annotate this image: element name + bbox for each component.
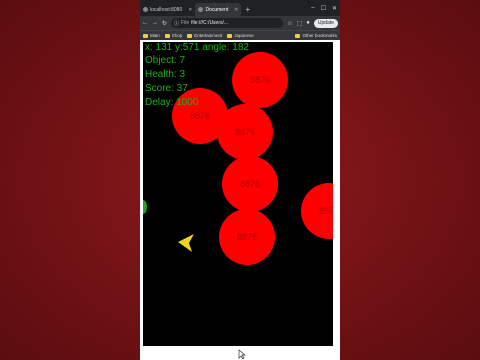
- tab-label: Document: [205, 6, 229, 13]
- player-ship-icon: [178, 234, 194, 252]
- hud-object: Object: 7: [145, 55, 186, 66]
- window-controls: – ☐ ✕: [311, 0, 340, 16]
- bookmarks-bar: Main Shop Entertainment Japanese Other b…: [140, 30, 340, 40]
- info-icon[interactable]: ⓘ: [174, 20, 179, 27]
- tab-document[interactable]: Document ✕: [195, 3, 242, 16]
- folder-icon: [143, 33, 148, 38]
- folder-icon: [164, 33, 170, 38]
- close-icon[interactable]: ✕: [188, 7, 192, 13]
- bookmark-other[interactable]: Other bookmarks: [295, 33, 337, 38]
- bookmark-japanese[interactable]: Japanese: [227, 33, 254, 38]
- tab-bar: localhost:8080 ✕ Document ✕ + – ☐ ✕: [140, 0, 340, 16]
- hud-delay: Delay: 1000: [145, 97, 199, 108]
- globe-icon: [143, 7, 148, 12]
- tab-localhost[interactable]: localhost:8080 ✕: [140, 3, 195, 16]
- file-icon: [198, 7, 204, 12]
- browser-window: localhost:8080 ✕ Document ✕ + – ☐ ✕ ← → …: [140, 0, 340, 360]
- mouse-cursor-icon: [238, 349, 246, 359]
- folder-icon: [187, 33, 193, 38]
- enemy-ball: 8876: [222, 156, 278, 212]
- bookmark-entertainment[interactable]: Entertainment: [187, 33, 222, 38]
- enemy-ball: 8876: [232, 52, 288, 108]
- hud-score: Score: 37: [145, 83, 188, 94]
- address-bar[interactable]: ⓘ File file:///C:/Users/...: [171, 18, 284, 28]
- tab-label: localhost:8080: [150, 6, 183, 13]
- bookmark-main[interactable]: Main: [143, 33, 160, 38]
- extensions-icon[interactable]: ⬚: [297, 20, 303, 27]
- folder-icon: [295, 33, 301, 38]
- enemy-ball: 8876: [301, 183, 333, 239]
- address-scheme: File: [181, 20, 190, 26]
- game-canvas[interactable]: 8876 8876 8876 8876 8876 8876 x: 131 y:5…: [143, 42, 333, 346]
- minimize-button[interactable]: –: [311, 5, 314, 11]
- enemy-ball: 8876: [219, 209, 275, 265]
- forward-icon[interactable]: →: [152, 20, 158, 26]
- new-tab-button[interactable]: +: [241, 3, 254, 16]
- back-icon[interactable]: ←: [142, 20, 148, 26]
- close-window-button[interactable]: ✕: [332, 5, 337, 12]
- hud-health: Health: 3: [145, 69, 186, 80]
- update-button[interactable]: Update: [313, 18, 338, 28]
- close-icon[interactable]: ✕: [234, 7, 238, 13]
- pickup-orb: [143, 200, 147, 214]
- star-icon[interactable]: ☆: [287, 20, 292, 27]
- navigation-toolbar: ← → ↻ ⓘ File file:///C:/Users/... ☆ ⬚ ● …: [140, 16, 340, 30]
- reload-icon[interactable]: ↻: [162, 20, 167, 27]
- hud-coordinates: x: 131 y:571 angle: 182: [145, 42, 249, 53]
- bookmark-shop[interactable]: Shop: [164, 33, 182, 38]
- maximize-button[interactable]: ☐: [321, 5, 326, 12]
- address-url: file:///C:/Users/...: [191, 20, 229, 26]
- enemy-ball: 8876: [217, 104, 273, 160]
- folder-icon: [227, 33, 233, 38]
- avatar[interactable]: ●: [306, 20, 310, 26]
